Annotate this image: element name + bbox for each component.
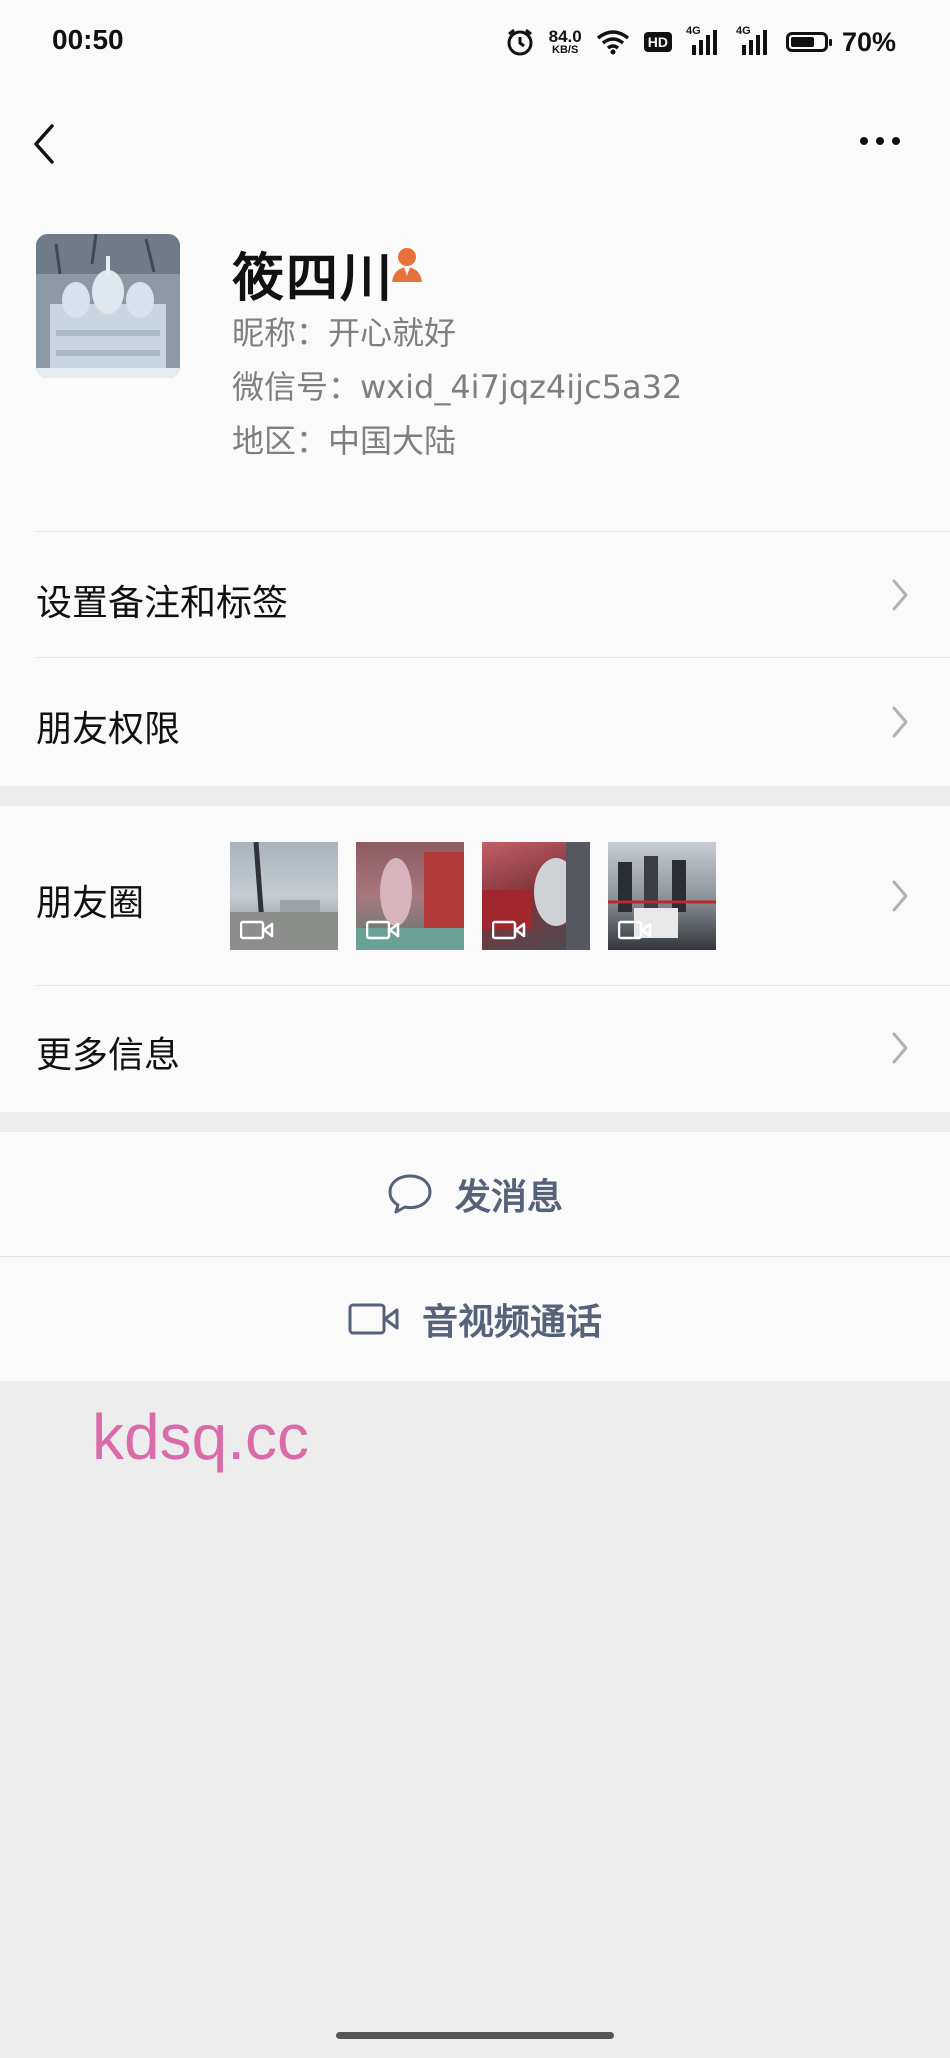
signal-icon-2: 4G — [736, 25, 772, 57]
video-camera-icon — [348, 1303, 399, 1335]
video-icon — [492, 920, 526, 940]
video-icon — [618, 920, 652, 940]
nickname-text: 昵称：开心就好 — [232, 314, 457, 352]
friend-permissions-label: 朋友权限 — [36, 709, 181, 750]
watermark-text: kdsq.cc — [92, 1401, 309, 1473]
avatar[interactable] — [36, 234, 180, 378]
moments-thumbnail[interactable] — [608, 842, 716, 950]
more-dot-icon — [892, 137, 900, 145]
send-message-label: 发消息 — [454, 1177, 563, 1218]
region-text: 地区：中国大陆 — [232, 422, 457, 460]
chevron-left-icon — [34, 124, 54, 164]
net-speed-value: 84.0 — [548, 27, 582, 46]
wifi-icon — [596, 30, 629, 55]
net-speed-unit: KB/S — [552, 44, 579, 56]
more-button[interactable] — [860, 126, 910, 156]
friend-permissions-row[interactable]: 朋友权限 — [0, 658, 950, 786]
alarm-icon — [507, 28, 533, 56]
moments-label: 朋友圈 — [36, 883, 145, 924]
moments-thumbnail[interactable] — [482, 842, 590, 950]
moments-row[interactable]: 朋友圈 — [0, 806, 950, 986]
more-info-row[interactable]: 更多信息 — [0, 986, 950, 1112]
status-time: 00:50 — [52, 24, 124, 55]
more-dot-icon — [860, 137, 868, 145]
video-call-button[interactable]: 音视频通话 — [0, 1257, 950, 1381]
signal-icon-1: 4G — [686, 25, 722, 57]
moments-thumbnail[interactable] — [356, 842, 464, 950]
moments-thumbnail[interactable] — [230, 842, 338, 950]
hd-badge: HD — [643, 32, 672, 52]
chevron-right-icon — [892, 1032, 908, 1064]
wechat-id-text: 微信号：wxid_4i7jqz4ijc5a32 — [232, 368, 683, 406]
remark-tags-row[interactable]: 设置备注和标签 — [0, 532, 950, 658]
back-button[interactable] — [26, 120, 66, 168]
remark-tags-label: 设置备注和标签 — [36, 583, 289, 624]
home-indicator[interactable] — [336, 2032, 614, 2039]
net-speed: 84.0 KB/S — [549, 28, 582, 56]
video-call-label: 音视频通话 — [421, 1302, 602, 1343]
more-dot-icon — [876, 137, 884, 145]
nav-bar — [0, 86, 950, 202]
ice-sculpture-image — [36, 234, 180, 378]
send-message-button[interactable]: 发消息 — [0, 1132, 950, 1256]
video-icon — [366, 920, 400, 940]
chevron-right-icon — [892, 706, 908, 738]
contact-name: 筱四川 — [232, 249, 395, 309]
chevron-right-icon — [892, 880, 908, 912]
battery-icon — [785, 32, 832, 52]
more-info-label: 更多信息 — [36, 1035, 181, 1076]
chevron-right-icon — [892, 579, 908, 611]
chat-bubble-icon — [388, 1174, 432, 1214]
person-icon — [392, 248, 422, 282]
battery-percent: 70% — [841, 26, 896, 57]
status-icons: 84.0 KB/S HD 4G 4G 70% — [505, 22, 896, 62]
profile-header: 筱四川 昵称：开心就好 微信号：wxid_4i7jqz4ijc5a32 地区：中… — [0, 202, 950, 532]
status-bar: 00:50 84.0 KB/S HD 4G 4G 70% — [0, 0, 950, 86]
video-icon — [240, 920, 274, 940]
